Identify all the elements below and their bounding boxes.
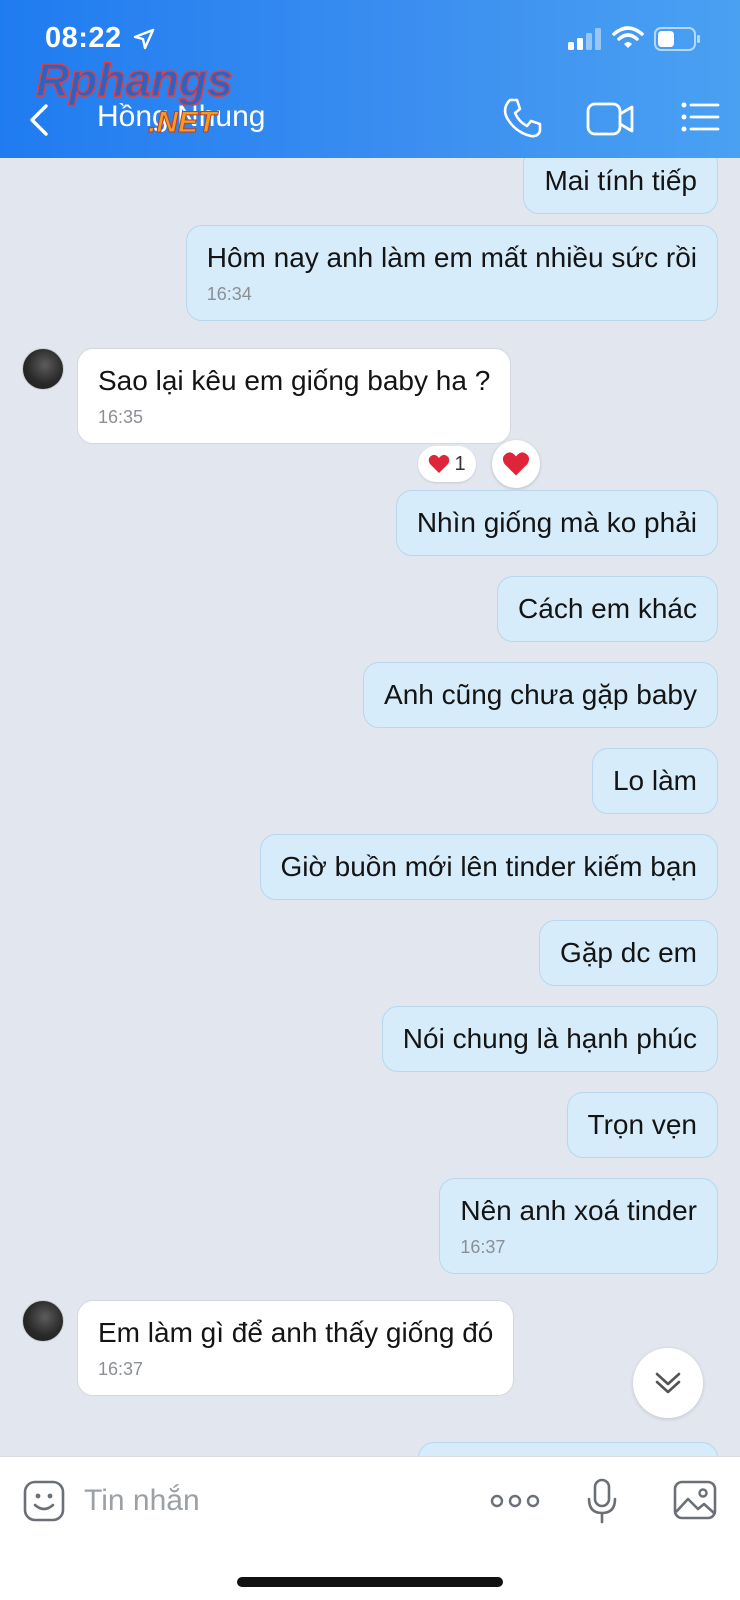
heart-icon bbox=[502, 452, 530, 476]
message-time: 16:34 bbox=[206, 284, 252, 304]
message-bubble-incoming[interactable]: Em làm gì để anh thấy giống đó 16:37 bbox=[77, 1300, 515, 1396]
signal-icon bbox=[568, 28, 601, 50]
phone-icon bbox=[503, 98, 542, 138]
wifi-icon bbox=[612, 26, 644, 48]
message-text: Gặp dc em bbox=[560, 937, 697, 968]
image-icon bbox=[673, 1480, 717, 1520]
message-text: Nhìn giống mà ko phải bbox=[416, 507, 697, 538]
message-text: Nói chung là hạnh phúc bbox=[402, 1023, 697, 1054]
message-bubble-outgoing[interactable]: Giờ buồn mới lên tinder kiếm bạn bbox=[259, 834, 718, 900]
message-bubble-outgoing[interactable] bbox=[418, 1442, 718, 1456]
message-bubble-outgoing[interactable]: Lo làm bbox=[591, 748, 718, 814]
message-bubble-outgoing[interactable]: Nói chung là hạnh phúc bbox=[381, 1006, 718, 1072]
message-text: Nên anh xoá tinder bbox=[460, 1195, 697, 1226]
chat-menu-button[interactable] bbox=[680, 100, 720, 134]
reaction-count: 1 bbox=[454, 452, 466, 475]
contact-name[interactable]: Hồng Nhung bbox=[97, 100, 265, 134]
chevron-double-down-icon bbox=[655, 1372, 681, 1394]
message-text: Hôm nay anh làm em mất nhiều sức rồi bbox=[206, 242, 697, 273]
microphone-icon bbox=[587, 1478, 617, 1524]
call-button[interactable] bbox=[500, 96, 544, 140]
message-list[interactable]: Mai tính tiếp Hôm nay anh làm em mất nhi… bbox=[0, 158, 740, 1456]
voice-message-button[interactable] bbox=[585, 1477, 619, 1525]
send-image-button[interactable] bbox=[672, 1479, 718, 1521]
more-options-button[interactable] bbox=[490, 1489, 540, 1513]
message-bubble-outgoing[interactable]: Trọn vẹn bbox=[566, 1092, 718, 1158]
react-button[interactable] bbox=[492, 440, 540, 488]
message-text: Mai tính tiếp bbox=[544, 165, 697, 196]
message-bubble-outgoing[interactable]: Mai tính tiếp bbox=[523, 158, 718, 214]
list-menu-icon bbox=[681, 102, 720, 132]
more-dots-icon bbox=[490, 1494, 540, 1508]
message-time: 16:37 bbox=[460, 1237, 506, 1257]
sticker-button[interactable] bbox=[22, 1479, 66, 1523]
message-bubble-outgoing[interactable]: Cách em khác bbox=[497, 576, 718, 642]
message-input[interactable] bbox=[84, 1477, 464, 1525]
message-text: Em làm gì để anh thấy giống đó bbox=[98, 1317, 494, 1348]
message-text: Giờ buồn mới lên tinder kiếm bạn bbox=[280, 851, 697, 882]
status-time: 08:22 bbox=[45, 22, 122, 54]
video-camera-icon bbox=[586, 102, 634, 136]
scroll-to-bottom-button[interactable] bbox=[633, 1348, 703, 1418]
video-call-button[interactable] bbox=[586, 100, 636, 138]
sticker-icon bbox=[23, 1480, 65, 1522]
message-bubble-outgoing[interactable]: Hôm nay anh làm em mất nhiều sức rồi 16:… bbox=[185, 225, 718, 321]
reaction-summary[interactable]: 1 bbox=[418, 446, 476, 482]
message-text: Sao lại kêu em giống baby ha ? bbox=[98, 365, 491, 396]
message-time: 16:35 bbox=[98, 407, 144, 427]
avatar[interactable] bbox=[22, 1300, 64, 1342]
back-button[interactable] bbox=[26, 100, 56, 140]
message-text: Anh cũng chưa gặp baby bbox=[384, 679, 697, 710]
svg-text:Rphangs: Rphangs bbox=[36, 56, 233, 106]
heart-icon bbox=[429, 454, 450, 473]
message-text: Lo làm bbox=[612, 765, 697, 796]
avatar[interactable] bbox=[22, 348, 64, 390]
message-bubble-outgoing[interactable]: Nên anh xoá tinder 16:37 bbox=[439, 1178, 718, 1274]
message-bubble-outgoing[interactable]: Gặp dc em bbox=[539, 920, 718, 986]
message-text: Trọn vẹn bbox=[587, 1109, 697, 1140]
home-indicator bbox=[237, 1577, 503, 1587]
message-bubble-outgoing[interactable]: Nhìn giống mà ko phải bbox=[395, 490, 718, 556]
chat-header: 08:22 Hồng Nhung Rphangs .NET bbox=[0, 0, 740, 158]
location-arrow-icon bbox=[133, 28, 155, 50]
message-text: Cách em khác bbox=[518, 593, 697, 624]
message-bubble-outgoing[interactable]: Anh cũng chưa gặp baby bbox=[363, 662, 718, 728]
battery-icon bbox=[654, 27, 700, 51]
message-time: 16:37 bbox=[98, 1359, 144, 1379]
back-chevron-icon bbox=[30, 104, 48, 136]
message-bubble-incoming[interactable]: Sao lại kêu em giống baby ha ? 16:35 bbox=[77, 348, 512, 444]
